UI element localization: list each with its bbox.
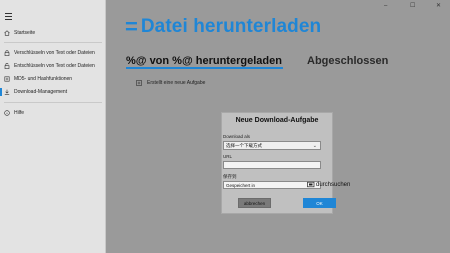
browse-button[interactable]: durchsuchen <box>307 181 350 188</box>
save-to-label: 保存到 <box>223 174 237 179</box>
sidebar-item-label: Entschlüsseln von Text oder Dateien <box>14 63 95 69</box>
sidebar-item-encrypt[interactable]: Verschlüsseln von Text oder Dateien <box>0 47 106 59</box>
sidebar-item-hash[interactable]: MD5- und Hashfunktionen <box>0 73 106 85</box>
url-input[interactable] <box>223 161 321 169</box>
new-task-button[interactable]: Erstellt eine neue Aufgabe <box>136 79 205 86</box>
new-task-label: Erstellt eine neue Aufgabe <box>147 79 206 86</box>
help-icon <box>4 110 10 116</box>
maximize-button[interactable]: ☐ <box>410 2 415 10</box>
title-mark: = <box>125 14 138 39</box>
sidebar-item-label: Hilfe <box>14 110 25 116</box>
folder-icon <box>307 181 315 188</box>
minimize-button[interactable]: – <box>384 2 387 10</box>
save-location-value: Gespeichert in <box>226 182 256 188</box>
lock-icon <box>4 50 10 56</box>
sidebar-item-label: MD5- und Hashfunktionen <box>14 76 73 82</box>
tab-completed[interactable]: Abgeschlossen <box>307 55 388 68</box>
sidebar-divider <box>4 102 102 103</box>
active-tab-indicator <box>126 67 283 69</box>
sidebar-item-help[interactable]: Hilfe <box>0 107 106 119</box>
dialog-title: Neue Download-Aufgabe <box>235 117 319 124</box>
chevron-down-icon: ⌄ <box>312 143 317 149</box>
cancel-button[interactable]: abbrechen <box>238 198 271 208</box>
add-task-icon <box>136 79 143 86</box>
ok-button[interactable]: OK <box>303 198 336 208</box>
url-label: URL <box>223 154 233 159</box>
sidebar-item-decrypt[interactable]: Entschlüsseln von Text oder Dateien <box>0 60 106 72</box>
close-button[interactable]: ✕ <box>436 2 441 10</box>
download-method-value: 选择一个下载方式 <box>226 142 262 148</box>
download-via-label: Download als <box>223 134 251 139</box>
sidebar-divider <box>4 42 102 43</box>
browse-label: durchsuchen <box>316 181 351 188</box>
home-icon <box>4 30 10 36</box>
unlock-icon <box>4 63 10 69</box>
sidebar-item-startseite[interactable]: Startseite <box>0 27 106 39</box>
sidebar-item-download[interactable]: Download-Management <box>0 86 106 98</box>
hash-icon <box>4 76 10 82</box>
page-title-text: Datei herunterladen <box>140 16 322 37</box>
sidebar-item-label: Download-Management <box>14 89 68 95</box>
page-title: = Datei herunterladen <box>125 16 321 38</box>
download-method-select[interactable]: 选择一个下载方式 ⌄ <box>223 141 321 150</box>
sidebar-item-label: Startseite <box>14 30 36 36</box>
hamburger-icon[interactable] <box>5 13 12 22</box>
sidebar: Startseite Verschlüsseln von Text oder D… <box>0 0 106 253</box>
download-icon <box>4 89 10 95</box>
sidebar-item-label: Verschlüsseln von Text oder Dateien <box>14 50 95 56</box>
